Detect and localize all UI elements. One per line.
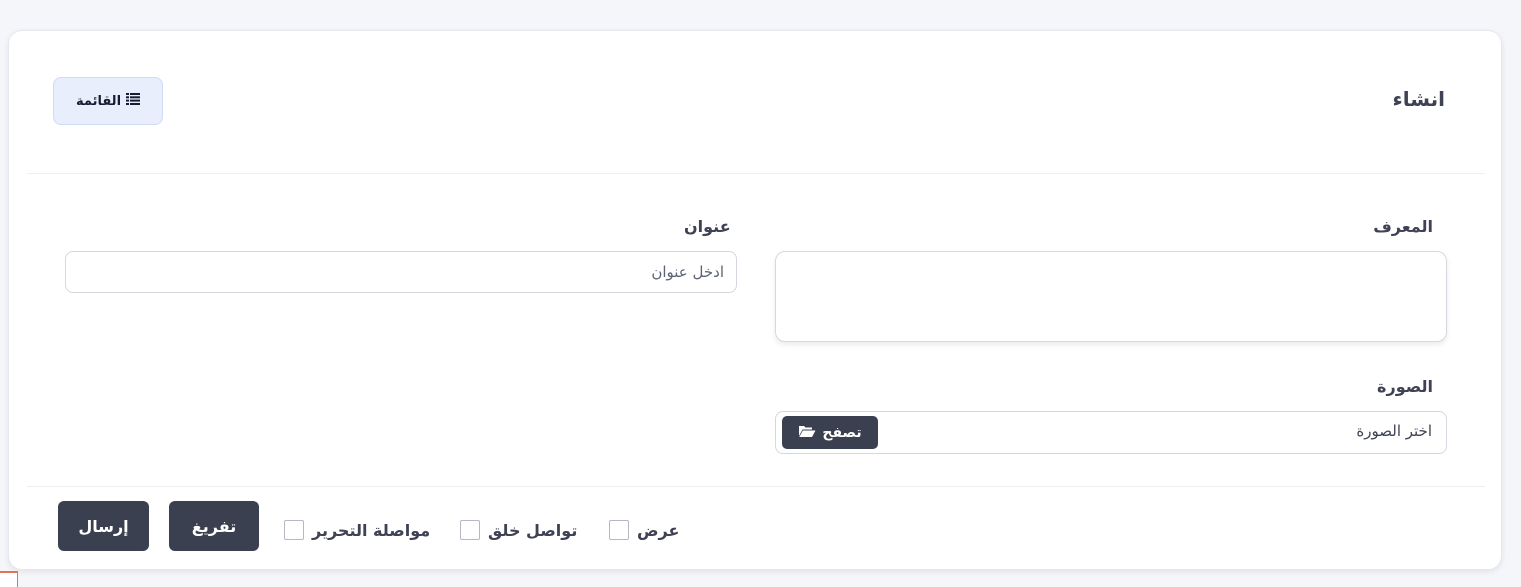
browse-button-label: تصفح xyxy=(822,424,862,441)
footer-divider xyxy=(27,486,1485,487)
checkbox-show[interactable]: عرض xyxy=(609,520,679,540)
clear-button[interactable]: تفريغ xyxy=(169,501,259,551)
checkbox-show-box[interactable] xyxy=(609,520,629,540)
list-icon xyxy=(126,93,141,109)
submit-button[interactable]: إرسال xyxy=(58,501,149,551)
browse-button[interactable]: تصفح xyxy=(782,416,878,449)
checkbox-show-label: عرض xyxy=(637,520,680,540)
identifier-textarea[interactable] xyxy=(775,251,1447,342)
checkbox-continue-edit-box[interactable] xyxy=(284,520,304,540)
checkbox-continue-create-label: تواصل خلق xyxy=(488,520,578,540)
title-label: عنوان xyxy=(684,217,731,236)
image-file-placeholder: اختر الصورة xyxy=(1356,422,1432,440)
image-label: الصورة xyxy=(1377,377,1433,396)
checkbox-continue-edit[interactable]: مواصلة التحرير xyxy=(284,520,430,540)
checkbox-continue-create[interactable]: تواصل خلق xyxy=(460,520,577,540)
checkbox-continue-create-box[interactable] xyxy=(460,520,480,540)
header-divider xyxy=(27,173,1485,174)
list-button-label: القائمة xyxy=(75,93,122,109)
title-input[interactable] xyxy=(65,251,737,293)
create-form-card: انشاء القائمة المعرف عنوان الصورة اختر ا… xyxy=(8,30,1502,570)
page-title: انشاء xyxy=(1392,87,1445,111)
folder-open-icon xyxy=(798,424,816,442)
corner-fragment xyxy=(0,571,18,587)
checkbox-continue-edit-label: مواصلة التحرير xyxy=(312,520,431,540)
list-button[interactable]: القائمة xyxy=(53,77,163,125)
image-file-input[interactable]: اختر الصورة تصفح xyxy=(775,411,1447,454)
identifier-label: المعرف xyxy=(1373,217,1433,236)
